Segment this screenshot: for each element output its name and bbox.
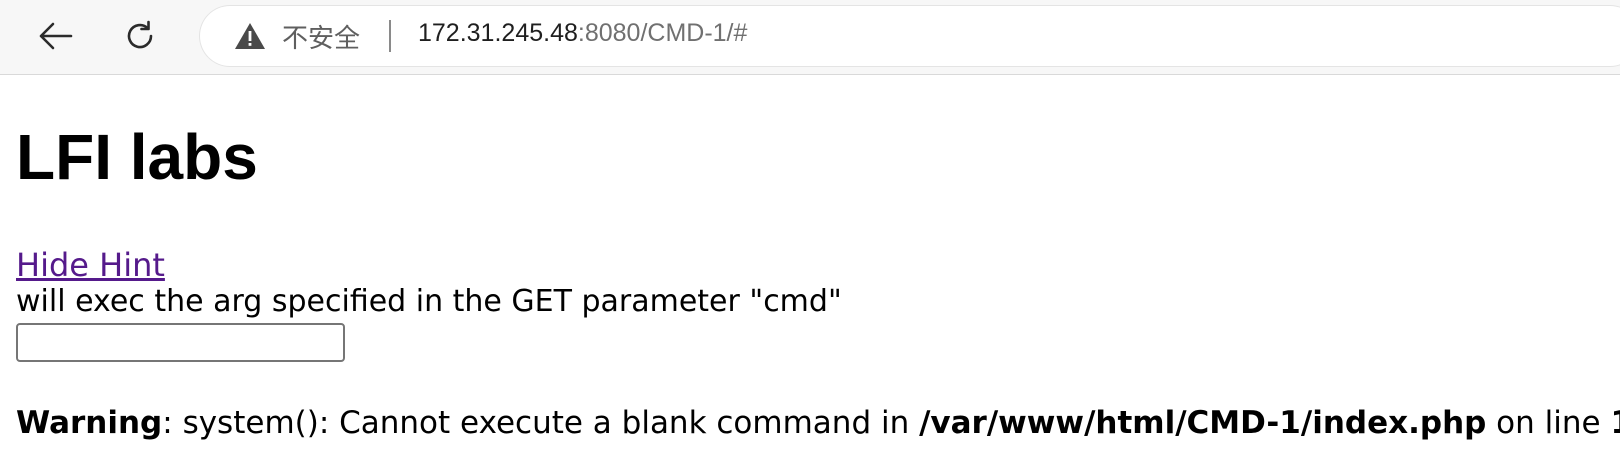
url-host: 172.31.245.48 <box>418 19 578 47</box>
warning-on-line: on line <box>1486 405 1611 441</box>
cmd-input[interactable] <box>16 323 345 362</box>
warning-triangle-icon[interactable] <box>234 22 266 54</box>
back-button[interactable] <box>33 14 77 58</box>
php-warning: Warning: system(): Cannot execute a blan… <box>16 405 1620 441</box>
security-status-label[interactable]: 不安全 <box>282 18 360 55</box>
url-text[interactable]: 172.31.245.48:8080/CMD-1/# <box>418 19 747 48</box>
warning-line-number: 13 <box>1610 405 1620 441</box>
address-bar[interactable] <box>200 6 1620 66</box>
page-title: LFI labs <box>16 121 258 193</box>
browser-toolbar: 不安全 172.31.245.48:8080/CMD-1/# <box>0 0 1620 75</box>
arrow-left-icon <box>39 22 73 50</box>
warning-message: : system(): Cannot execute a blank comma… <box>162 405 920 441</box>
hide-hint-link[interactable]: Hide Hint <box>16 246 165 284</box>
reload-button[interactable] <box>118 14 162 58</box>
address-separator <box>389 20 391 52</box>
reload-icon <box>127 20 153 49</box>
warning-label: Warning <box>16 405 163 441</box>
hint-text: will exec the arg specified in the GET p… <box>16 284 842 319</box>
warning-path: /var/www/html/CMD-1/index.php <box>919 405 1487 441</box>
url-path: :8080/CMD-1/# <box>577 19 748 47</box>
